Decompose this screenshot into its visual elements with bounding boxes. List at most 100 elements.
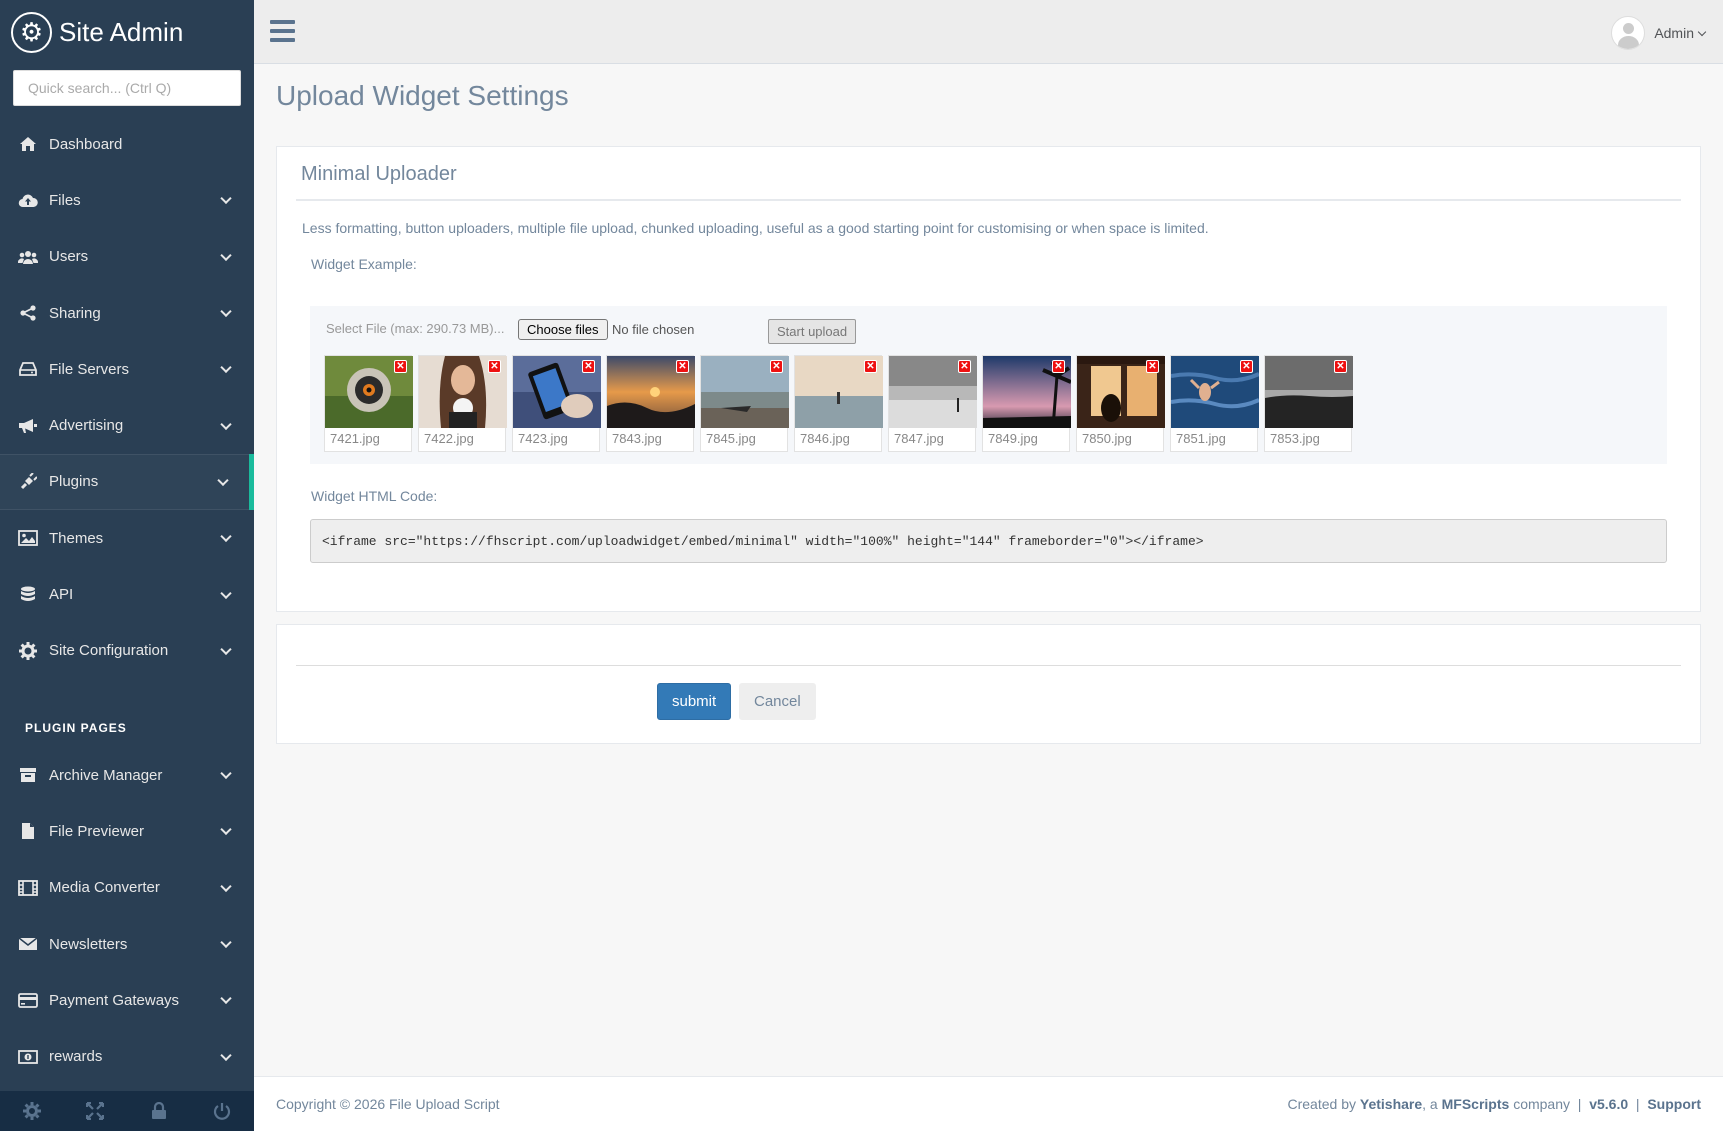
file-thumbnail: 7421.jpg ✕	[324, 355, 413, 452]
widget-code-label: Widget HTML Code:	[311, 488, 438, 504]
power-off-icon[interactable]	[191, 1091, 255, 1131]
remove-file-icon[interactable]: ✕	[1334, 360, 1347, 373]
film-icon	[16, 879, 40, 896]
database-icon	[16, 586, 40, 604]
user-name: Admin	[1654, 25, 1694, 41]
select-file-label: Select File (max: 290.73 MB)...	[326, 321, 505, 336]
gears-logo-icon: ⚙	[11, 11, 52, 53]
plug-icon	[16, 472, 40, 491]
sidebar-item-newsletters[interactable]: Newsletters	[0, 916, 254, 972]
widget-code-field[interactable]: <iframe src="https://fhscript.com/upload…	[310, 519, 1667, 563]
fullscreen-icon[interactable]	[64, 1091, 128, 1131]
sidebar-item-archive-manager[interactable]: Archive Manager	[0, 747, 254, 803]
submit-button[interactable]: submit	[657, 683, 732, 720]
remove-file-icon[interactable]: ✕	[1146, 360, 1159, 373]
choose-files-button[interactable]: Choose files	[518, 319, 608, 340]
thumbnail-filename: 7422.jpg	[424, 431, 474, 446]
menu-toggle-icon[interactable]	[270, 20, 295, 42]
page-title: Upload Widget Settings	[276, 80, 569, 111]
file-icon	[16, 822, 40, 840]
archive-icon	[16, 767, 40, 783]
remove-file-icon[interactable]: ✕	[864, 360, 877, 373]
file-thumbnail: 7847.jpg ✕	[888, 355, 977, 452]
thumbnail-filename: 7846.jpg	[800, 431, 850, 446]
thumbnail-filename: 7423.jpg	[518, 431, 568, 446]
thumbnail-filename: 7847.jpg	[894, 431, 944, 446]
file-thumbnail: 7845.jpg ✕	[700, 355, 789, 452]
file-thumbnail: 7853.jpg ✕	[1264, 355, 1353, 452]
file-thumbnail: 7422.jpg ✕	[418, 355, 507, 452]
envelope-icon	[16, 937, 40, 951]
brand-name: Site Admin	[59, 16, 184, 47]
support-link[interactable]: Support	[1647, 1096, 1701, 1112]
plugin-nav: Archive Manager File Previewer Media Con…	[0, 747, 254, 1085]
company-suffix-text: company	[1513, 1096, 1570, 1112]
cloud-upload-icon	[16, 193, 40, 208]
users-icon	[16, 249, 40, 265]
credit-card-icon	[16, 992, 40, 1008]
divider	[296, 665, 1681, 666]
sidebar-item-advertising[interactable]: Advertising	[0, 397, 254, 453]
money-icon	[16, 1049, 40, 1064]
remove-file-icon[interactable]: ✕	[676, 360, 689, 373]
brand[interactable]: ⚙ Site Admin	[0, 0, 254, 64]
created-by-text: Created by	[1287, 1096, 1356, 1112]
file-thumbnail: 7423.jpg ✕	[512, 355, 601, 452]
widget-example-label: Widget Example:	[311, 256, 417, 272]
remove-file-icon[interactable]: ✕	[958, 360, 971, 373]
sidebar-item-dashboard[interactable]: Dashboard	[0, 116, 254, 172]
sidebar-item-api[interactable]: API	[0, 566, 254, 622]
copyright-text: Copyright © 2026 File Upload Script	[276, 1096, 500, 1112]
sidebar-item-payment-gateways[interactable]: Payment Gateways	[0, 972, 254, 1028]
sidebar-footer	[0, 1091, 254, 1131]
remove-file-icon[interactable]: ✕	[582, 360, 595, 373]
no-file-chosen-text: No file chosen	[612, 322, 695, 337]
sidebar-item-files[interactable]: Files	[0, 172, 254, 228]
company-link[interactable]: MFScripts	[1442, 1096, 1510, 1112]
bullhorn-icon	[16, 418, 40, 434]
main-nav: Dashboard Files Users Sharing File Serve…	[0, 116, 254, 679]
sidebar-item-sharing[interactable]: Sharing	[0, 285, 254, 341]
avatar	[1611, 16, 1646, 50]
widget-example: Select File (max: 290.73 MB)... Choose f…	[310, 306, 1667, 464]
page-footer: Copyright © 2026 File Upload Script Crea…	[254, 1076, 1723, 1131]
start-upload-button[interactable]: Start upload	[768, 319, 857, 344]
file-thumbnail-list: 7421.jpg ✕ 7422.jpg ✕ 7423.jpg ✕ 7843.jp…	[324, 355, 1353, 452]
thumbnail-filename: 7843.jpg	[612, 431, 662, 446]
sidebar-item-themes[interactable]: Themes	[0, 510, 254, 566]
version-text: v5.6.0	[1589, 1096, 1629, 1112]
sidebar-item-site-configuration[interactable]: Site Configuration	[0, 623, 254, 679]
sidebar-item-file-previewer[interactable]: File Previewer	[0, 803, 254, 859]
thumbnail-filename: 7421.jpg	[330, 431, 380, 446]
thumbnail-filename: 7850.jpg	[1082, 431, 1132, 446]
form-actions-panel: submit Cancel	[276, 624, 1701, 744]
sidebar-item-rewards[interactable]: rewards	[0, 1028, 254, 1084]
panel-heading: Minimal Uploader	[296, 147, 1681, 201]
cancel-button[interactable]: Cancel	[739, 683, 816, 720]
share-icon	[16, 305, 40, 321]
minimal-uploader-panel: Minimal Uploader Less formatting, button…	[276, 146, 1701, 612]
sidebar-item-media-converter[interactable]: Media Converter	[0, 860, 254, 916]
footer-credits: Created by Yetishare, a MFScripts compan…	[1287, 1096, 1702, 1112]
remove-file-icon[interactable]: ✕	[1052, 360, 1065, 373]
gear-icon	[16, 641, 40, 660]
file-thumbnail: 7843.jpg ✕	[606, 355, 695, 452]
sidebar-item-users[interactable]: Users	[0, 229, 254, 285]
lock-icon[interactable]	[127, 1091, 191, 1131]
settings-icon[interactable]	[0, 1091, 64, 1131]
home-icon	[16, 136, 40, 152]
chevron-down-icon	[1697, 27, 1707, 36]
sidebar-item-file-servers[interactable]: File Servers	[0, 341, 254, 397]
thumbnail-filename: 7853.jpg	[1270, 431, 1320, 446]
vendor-link[interactable]: Yetishare	[1360, 1096, 1422, 1112]
top-nav-bar: Admin	[254, 0, 1723, 64]
remove-file-icon[interactable]: ✕	[394, 360, 407, 373]
sidebar-item-plugins[interactable]: Plugins	[0, 453, 254, 511]
user-profile-dropdown[interactable]: Admin	[1611, 16, 1707, 50]
remove-file-icon[interactable]: ✕	[770, 360, 783, 373]
remove-file-icon[interactable]: ✕	[1240, 360, 1253, 373]
image-icon	[16, 530, 40, 547]
quick-search-input[interactable]	[13, 70, 241, 106]
remove-file-icon[interactable]: ✕	[488, 360, 501, 373]
thumbnail-filename: 7845.jpg	[706, 431, 756, 446]
